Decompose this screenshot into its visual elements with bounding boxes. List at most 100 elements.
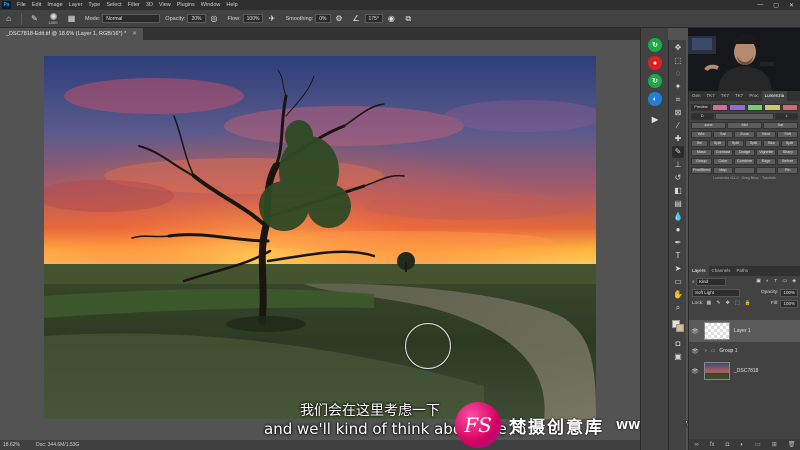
quick-mask-icon[interactable]: ◘ — [672, 338, 684, 350]
tab-channels[interactable]: Channels — [709, 266, 734, 276]
plugin-blue-icon[interactable]: ◐ — [648, 92, 662, 106]
lumenzia-swatch-yellow[interactable] — [764, 104, 781, 111]
menu-view[interactable]: View — [156, 2, 174, 8]
lumenzia-range-slider[interactable] — [714, 113, 775, 120]
layer-row-background[interactable]: 👁 _DSC7818 — [689, 360, 800, 382]
menu-window[interactable]: Window — [198, 2, 224, 8]
menu-plugins[interactable]: Plugins — [174, 2, 198, 8]
lumenzia-swatch-purple[interactable] — [729, 104, 746, 111]
plugin-green-2-icon[interactable]: ↻ — [648, 74, 662, 88]
new-layer-icon[interactable]: ⊞ — [772, 441, 777, 448]
canvas-area[interactable] — [0, 40, 640, 440]
menu-type[interactable]: Type — [85, 2, 103, 8]
tab-paths[interactable]: Paths — [734, 266, 752, 276]
pressure-size-icon[interactable]: ◉ — [385, 13, 398, 25]
maximize-icon[interactable]: ▢ — [773, 2, 779, 9]
menu-image[interactable]: Image — [44, 2, 65, 8]
menu-filter[interactable]: Filter — [125, 2, 143, 8]
lumenzia-r3-0[interactable]: Wbr — [691, 131, 712, 138]
eyedropper-tool-icon[interactable]: ⁄ — [672, 120, 684, 132]
menu-3d[interactable]: 3D — [143, 2, 156, 8]
hand-tool-icon[interactable]: ✋ — [672, 289, 684, 301]
airbrush-icon[interactable]: ✈ — [265, 13, 278, 25]
lumenzia-r4-0[interactable]: Sel — [691, 140, 708, 147]
zoom-level[interactable]: 18.62% — [3, 442, 20, 448]
mask-icon[interactable]: ◘ — [726, 442, 730, 448]
mode-select[interactable]: Normal — [102, 14, 161, 23]
lumenzia-zone-button[interactable]: zone — [691, 122, 726, 129]
menu-help[interactable]: Help — [223, 2, 240, 8]
crop-tool-icon[interactable]: ⌗ — [672, 94, 684, 106]
tab-layers[interactable]: Layers — [689, 266, 709, 276]
lumenzia-sat-button[interactable]: Sat — [763, 122, 798, 129]
canvas-photo[interactable] — [44, 56, 596, 419]
tab-tk7-a[interactable]: TK7 — [704, 91, 718, 101]
lumenzia-contrast-button[interactable]: Contrast — [712, 149, 734, 156]
lumenzia-footer[interactable]: Lumenzia v11.0 · Greg Benz · Tutorials — [691, 176, 798, 180]
brush-preset-picker[interactable]: 1000 — [46, 12, 60, 26]
shape-tool-icon[interactable]: ▭ — [672, 276, 684, 288]
tab-lumenzia[interactable]: Lumenzia — [761, 91, 788, 101]
chevron-right-icon[interactable]: › — [705, 348, 707, 354]
lumenzia-swatch-pink[interactable] — [712, 104, 729, 111]
tab-tk7-b[interactable]: TK7 — [718, 91, 732, 101]
close-window-icon[interactable]: ✕ — [789, 2, 794, 9]
lumenzia-d-button[interactable]: D — [691, 113, 714, 120]
quick-select-tool-icon[interactable]: ✦ — [672, 81, 684, 93]
layer-kind-filter[interactable]: Kind — [696, 277, 727, 286]
dodge-tool-icon[interactable]: ● — [672, 224, 684, 236]
layer-opacity-field[interactable]: 100% — [780, 288, 798, 297]
trash-icon[interactable]: 🗑 — [788, 441, 796, 448]
menu-edit[interactable]: Edit — [29, 2, 44, 8]
minimize-icon[interactable]: — — [757, 2, 763, 9]
lumenzia-dodge-button[interactable]: Dodge — [734, 149, 755, 156]
fx-icon[interactable]: fx — [710, 442, 715, 448]
clone-stamp-tool-icon[interactable]: ⊥ — [672, 159, 684, 171]
lumenzia-group-button[interactable]: Group — [691, 158, 712, 165]
gear-icon[interactable]: ⚙ — [333, 13, 346, 25]
close-icon[interactable]: ✕ — [132, 28, 137, 40]
lasso-tool-icon[interactable]: ◌ — [672, 68, 684, 80]
lumenzia-vignette-button[interactable]: Vignette — [755, 149, 777, 156]
zoom-tool-icon[interactable]: ⌕ — [672, 302, 684, 314]
menu-file[interactable]: File — [14, 2, 29, 8]
lumenzia-r3-3[interactable]: Blnd — [755, 131, 777, 138]
menu-layer[interactable]: Layer — [66, 2, 86, 8]
blur-tool-icon[interactable]: 💧 — [672, 211, 684, 223]
symmetry-icon[interactable]: ⧉ — [402, 13, 415, 25]
brush-tool-icon[interactable]: ✎ — [28, 13, 41, 25]
lumenzia-r4-1[interactable]: Split — [709, 140, 726, 147]
lumenzia-color-button[interactable]: Color — [712, 158, 734, 165]
visibility-eye-icon[interactable]: 👁 — [689, 368, 701, 375]
visibility-eye-icon[interactable]: 👁 — [689, 348, 701, 355]
lumenzia-r3-1[interactable]: Sat — [712, 131, 734, 138]
lumenzia-r7-3[interactable] — [755, 167, 777, 174]
pressure-opacity-icon[interactable]: ◎ — [208, 13, 221, 25]
document-tab[interactable]: _DSC7818-Edit.tif @ 18.6% (Layer 1, RGB/… — [0, 28, 143, 40]
menu-select[interactable]: Select — [103, 2, 124, 8]
layer-row-group-1[interactable]: 👁 › ▭ Group 1 — [689, 344, 800, 358]
plugin-green-icon[interactable]: ↻ — [648, 38, 662, 52]
lock-icons[interactable]: ▦ ✎ ✥ ⬚ 🔒 — [706, 301, 752, 306]
lumenzia-r7-2[interactable] — [734, 167, 755, 174]
tab-gen[interactable]: Gen — [689, 91, 704, 101]
type-tool-icon[interactable]: T — [672, 250, 684, 262]
home-icon[interactable]: ⌂ — [2, 13, 15, 25]
lumenzia-r3-2[interactable]: Zone — [734, 131, 755, 138]
lumenzia-preview-button[interactable]: Preview — [691, 104, 712, 111]
lumenzia-before-button[interactable]: Before — [777, 158, 798, 165]
brush-settings-icon[interactable]: ▦ — [65, 13, 78, 25]
lumenzia-mid-button[interactable]: Mid — [727, 122, 762, 129]
history-brush-tool-icon[interactable]: ↺ — [672, 172, 684, 184]
lumenzia-r4-5[interactable]: Split — [781, 140, 798, 147]
background-color-swatch[interactable] — [676, 324, 684, 332]
smoothing-field[interactable]: 0% — [315, 14, 331, 23]
link-icon[interactable]: ∞ — [695, 442, 699, 448]
lumenzia-map-button[interactable]: Map — [712, 167, 734, 174]
lumenzia-pin-button[interactable]: Pin — [777, 167, 798, 174]
lumenzia-sharp-button[interactable]: Sharp — [777, 149, 798, 156]
flow-field[interactable]: 100% — [242, 14, 264, 23]
lumenzia-swatch-green[interactable] — [746, 104, 764, 111]
filter-icons[interactable]: ▣ ◐ T ▭ ◈ — [756, 279, 798, 284]
healing-tool-icon[interactable]: ✚ — [672, 133, 684, 145]
